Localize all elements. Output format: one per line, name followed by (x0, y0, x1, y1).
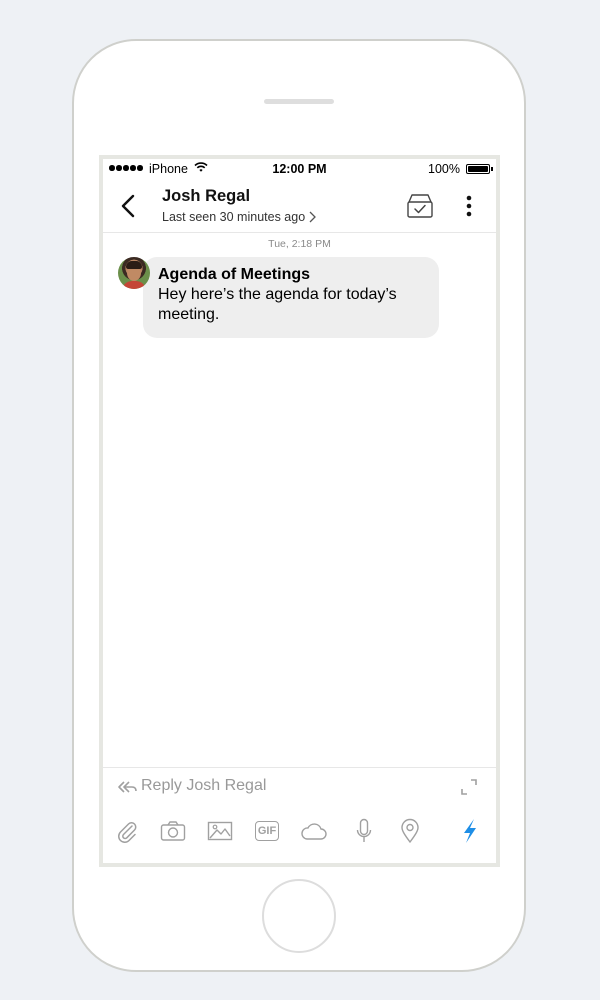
message-timestamp: Tue, 2:18 PM (268, 238, 331, 250)
battery-nub (491, 167, 493, 171)
reply-all-icon (118, 781, 137, 793)
back-button[interactable] (117, 191, 141, 221)
cloud-icon (301, 823, 327, 840)
expand-icon[interactable] (460, 778, 478, 796)
cloud-button[interactable] (299, 816, 329, 846)
image-icon (207, 821, 233, 841)
reply-input[interactable] (141, 777, 431, 795)
voice-button[interactable] (349, 816, 379, 846)
screen: iPhone 12:00 PM 100% Josh Regal Last see… (99, 155, 500, 867)
quick-actions-button[interactable] (455, 816, 485, 846)
paperclip-icon (118, 822, 137, 843)
location-button[interactable] (395, 816, 425, 846)
message-bubble[interactable]: Agenda of Meetings Hey here’s the agenda… (143, 257, 439, 338)
message-text: Hey here’s the agenda for today’s meetin… (158, 286, 397, 323)
battery-percent: 100% (428, 162, 460, 176)
avatar[interactable] (118, 257, 150, 289)
conversation-header: Josh Regal Last seen 30 minutes ago (103, 181, 496, 233)
contact-name[interactable]: Josh Regal (162, 187, 250, 206)
more-options-button[interactable] (459, 191, 479, 221)
location-pin-icon (401, 818, 419, 844)
composer-toolbar: GIF (103, 816, 496, 846)
phone-speaker (264, 99, 334, 104)
microphone-icon (356, 818, 372, 842)
gallery-button[interactable] (205, 816, 235, 846)
gif-button[interactable]: GIF (252, 816, 282, 846)
battery-icon (466, 164, 490, 174)
message-title: Agenda of Meetings (158, 266, 311, 283)
last-seen-link[interactable]: Last seen 30 minutes ago (162, 210, 317, 224)
archive-check-button[interactable] (406, 193, 434, 219)
gif-icon: GIF (255, 821, 279, 841)
lightning-icon (464, 819, 476, 843)
reply-composer: GIF (103, 767, 496, 863)
camera-icon (160, 821, 186, 841)
last-seen-label: Last seen 30 minutes ago (162, 210, 306, 224)
attach-button[interactable] (112, 816, 142, 846)
gif-label: GIF (257, 825, 277, 837)
chevron-right-icon (309, 211, 317, 223)
status-bar: iPhone 12:00 PM 100% (103, 159, 496, 181)
home-button[interactable] (262, 879, 336, 953)
camera-button[interactable] (158, 816, 188, 846)
